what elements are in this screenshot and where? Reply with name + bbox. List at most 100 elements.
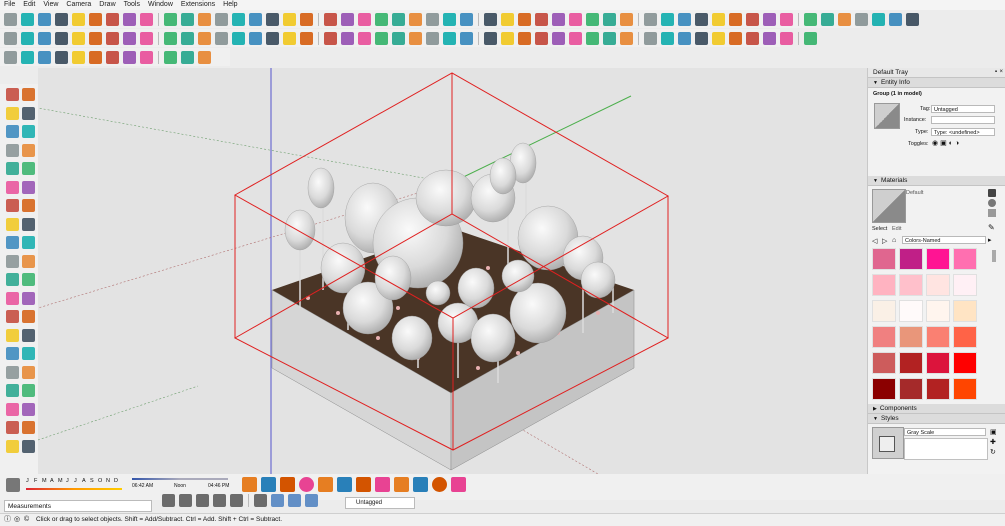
extension-tool-icon[interactable]: [392, 12, 405, 26]
view-tool-icon[interactable]: [341, 31, 354, 45]
entity-info-header[interactable]: ▼ Entity Info: [868, 78, 1005, 88]
mail-icon[interactable]: [413, 477, 428, 492]
move-axis-icon[interactable]: [254, 494, 267, 507]
extension-tool-icon[interactable]: [535, 12, 548, 26]
extension-tool-icon[interactable]: [855, 12, 868, 26]
instance-input[interactable]: [931, 116, 995, 124]
extension-tool-icon[interactable]: [55, 12, 68, 26]
extension-tool-icon[interactable]: [501, 12, 514, 26]
tab-edit[interactable]: Edit: [892, 226, 901, 232]
view-tool-icon[interactable]: [72, 31, 85, 45]
home-icon[interactable]: ⌂: [892, 237, 896, 244]
shadow-month-slider[interactable]: JFMAMJJASOND: [26, 478, 122, 488]
orbit-tool-icon[interactable]: [22, 88, 35, 101]
extension-tool-icon[interactable]: [484, 12, 497, 26]
add-icon[interactable]: [299, 477, 314, 492]
components-header[interactable]: ▶ Components: [868, 404, 1005, 414]
default-material-icon[interactable]: [988, 209, 996, 217]
extension-tool-icon[interactable]: [140, 12, 153, 26]
geolocation-icon[interactable]: ◎: [14, 514, 20, 526]
view-tool-icon[interactable]: [140, 31, 153, 45]
view-tool-icon[interactable]: [198, 31, 211, 45]
material-swatch[interactable]: [953, 248, 977, 270]
tag-select[interactable]: Untagged: [931, 105, 995, 113]
extension-tool-icon[interactable]: [569, 12, 582, 26]
extension-tool-icon[interactable]: [89, 12, 102, 26]
warehouse-icon[interactable]: [230, 494, 243, 507]
view-tool-icon[interactable]: [484, 31, 497, 45]
swatch-scrollbar[interactable]: [992, 250, 996, 262]
measurements-box[interactable]: Measurements: [4, 500, 152, 512]
update-style-icon[interactable]: ↻: [990, 448, 996, 456]
extension-tool-icon[interactable]: [283, 12, 296, 26]
scale-tool-icon[interactable]: [6, 273, 19, 286]
view-tool-icon[interactable]: [661, 31, 674, 45]
zoom-extents-icon[interactable]: [6, 384, 19, 397]
material-swatch[interactable]: [926, 300, 950, 322]
tag-tool-icon[interactable]: [288, 494, 301, 507]
extension-tool-icon[interactable]: [409, 12, 422, 26]
menu-file[interactable]: File: [0, 0, 19, 10]
back-arrow-icon[interactable]: ◁: [872, 237, 877, 245]
arc2-tool-icon[interactable]: [6, 217, 19, 231]
extension-tool-icon[interactable]: [695, 12, 708, 26]
view-tool-icon[interactable]: [215, 31, 228, 45]
material-swatch[interactable]: [953, 352, 977, 374]
material-swatch[interactable]: [872, 300, 896, 322]
previous-view-icon[interactable]: [22, 384, 35, 397]
material-swatch[interactable]: [899, 248, 923, 270]
freehand-icon[interactable]: [22, 143, 35, 157]
pie-tool-icon[interactable]: [22, 199, 35, 212]
extension-tool-icon[interactable]: [266, 12, 279, 26]
polygon-tool-icon[interactable]: [22, 180, 35, 194]
material-swatch[interactable]: [926, 248, 950, 270]
push-pull-tool-icon[interactable]: [22, 236, 35, 249]
close-icon[interactable]: ×: [999, 68, 1003, 77]
view-tool-icon[interactable]: [695, 31, 708, 45]
extension-tool-icon[interactable]: [746, 12, 759, 26]
forward-arrow-icon[interactable]: ▷: [882, 237, 887, 245]
house-icon[interactable]: [179, 494, 192, 507]
select-tool-icon[interactable]: [6, 88, 19, 101]
material-swatch[interactable]: [926, 378, 950, 400]
view-tool-icon[interactable]: [21, 31, 34, 45]
settings-icon[interactable]: [394, 477, 409, 492]
edit-tool-icon[interactable]: [4, 50, 17, 64]
extension-tool-icon[interactable]: [644, 12, 657, 26]
menu-view[interactable]: View: [39, 0, 62, 10]
month-slider-track[interactable]: [26, 488, 122, 490]
lock-icon[interactable]: ▣: [940, 140, 949, 147]
credits-icon[interactable]: ©: [24, 514, 29, 526]
component-icon[interactable]: [162, 494, 175, 507]
extension-tool-icon[interactable]: [232, 12, 245, 26]
material-swatch[interactable]: [926, 326, 950, 348]
extension-tool-icon[interactable]: [106, 12, 119, 26]
follow-me-icon[interactable]: [22, 254, 35, 268]
orbit-view-icon[interactable]: [6, 347, 19, 360]
tag-selection-icon[interactable]: [305, 494, 318, 507]
view-tool-icon[interactable]: [324, 31, 337, 45]
extension-tool-icon[interactable]: [838, 12, 851, 26]
view-tool-icon[interactable]: [729, 31, 742, 45]
edit-tool-icon[interactable]: [89, 50, 102, 64]
walk-tool-icon[interactable]: [6, 421, 19, 434]
material-swatch[interactable]: [872, 352, 896, 374]
material-swatch[interactable]: [899, 352, 923, 374]
view-tool-icon[interactable]: [375, 31, 388, 45]
extension-tool-icon[interactable]: [198, 12, 211, 26]
edit-tool-icon[interactable]: [106, 50, 119, 64]
eraser-icon[interactable]: [22, 106, 35, 120]
view-tool-icon[interactable]: [123, 31, 136, 45]
view-tool-icon[interactable]: [518, 31, 531, 45]
extension-tool-icon[interactable]: [906, 12, 919, 26]
view-tool-icon[interactable]: [358, 31, 371, 45]
extension-tool-icon[interactable]: [620, 12, 633, 26]
view-tool-icon[interactable]: [678, 31, 691, 45]
zoom-window-icon[interactable]: [22, 365, 35, 379]
extension-tool-icon[interactable]: [729, 12, 742, 26]
cloud-icon[interactable]: [375, 477, 390, 492]
extension-tool-icon[interactable]: [889, 12, 902, 26]
edit-tool-icon[interactable]: [198, 50, 211, 64]
view-tool-icon[interactable]: [460, 31, 473, 45]
view-tool-icon[interactable]: [89, 31, 102, 45]
